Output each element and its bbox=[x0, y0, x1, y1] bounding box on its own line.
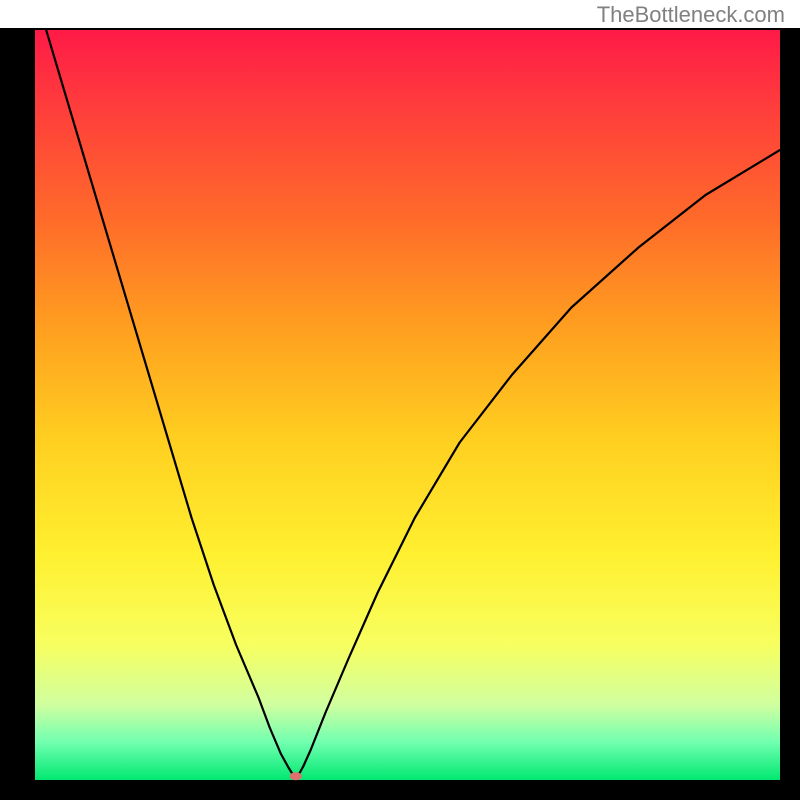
bottleneck-chart-svg bbox=[0, 0, 800, 800]
chart-container: TheBottleneck.com bbox=[0, 0, 800, 800]
optimal-point-marker bbox=[290, 772, 302, 780]
chart-frame bbox=[0, 780, 800, 800]
gradient-background bbox=[35, 30, 780, 780]
chart-frame bbox=[0, 0, 35, 800]
attribution-text: TheBottleneck.com bbox=[597, 2, 785, 28]
chart-frame bbox=[780, 0, 800, 800]
